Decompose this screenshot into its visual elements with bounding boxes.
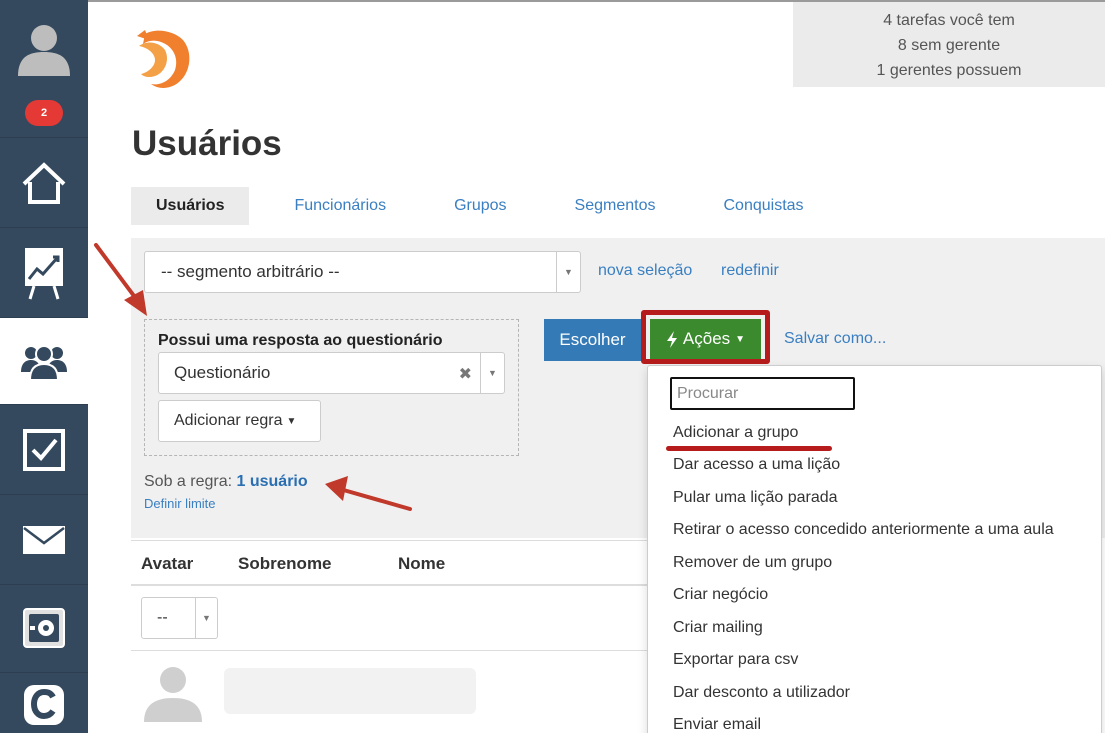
new-selection-link[interactable]: nova seleção bbox=[598, 262, 692, 280]
rule-match-users-link[interactable]: 1 usuário bbox=[237, 473, 308, 490]
chevron-down-icon: ▼ bbox=[195, 598, 217, 638]
sidebar-item-stats[interactable] bbox=[0, 227, 88, 317]
segment-select[interactable]: -- segmento arbitrário -- ▼ bbox=[144, 251, 581, 293]
menu-item-remove-group[interactable]: Remover de um grupo bbox=[673, 554, 832, 572]
reset-link[interactable]: redefinir bbox=[721, 262, 779, 280]
menu-item-give-discount[interactable]: Dar desconto a utilizador bbox=[673, 684, 850, 702]
company-logo bbox=[137, 30, 190, 88]
actions-dropdown-menu: Adicionar a grupo Dar acesso a uma lição… bbox=[647, 365, 1102, 733]
stats-tasks[interactable]: 4 tarefas você tem bbox=[793, 8, 1105, 33]
menu-item-grant-lesson[interactable]: Dar acesso a uma lição bbox=[673, 456, 840, 474]
choose-button[interactable]: Escolher bbox=[544, 319, 641, 361]
users-icon bbox=[21, 345, 67, 380]
user-avatar[interactable] bbox=[0, 0, 88, 92]
home-icon bbox=[22, 161, 66, 204]
column-name[interactable]: Nome bbox=[398, 554, 445, 574]
chevron-down-icon: ▼ bbox=[556, 252, 580, 292]
task-summary: 4 tarefas você tem 8 sem gerente 1 geren… bbox=[793, 2, 1105, 87]
lightning-icon bbox=[666, 330, 677, 348]
tab-bar: Usuários Funcionários Grupos Segmentos C… bbox=[131, 187, 847, 225]
row-filter-value: -- bbox=[157, 609, 168, 626]
caret-down-icon: ▼ bbox=[286, 415, 297, 427]
highlight-underline bbox=[666, 446, 832, 451]
chevron-down-icon: ▼ bbox=[480, 353, 504, 393]
menu-item-add-to-group[interactable]: Adicionar a grupo bbox=[673, 424, 798, 442]
tab-grupos[interactable]: Grupos bbox=[429, 187, 531, 225]
segment-select-value: -- segmento arbitrário -- bbox=[161, 262, 340, 281]
save-as-link[interactable]: Salvar como... bbox=[784, 330, 886, 348]
blurred-row-content bbox=[224, 668, 476, 714]
sidebar-item-tasks[interactable] bbox=[0, 404, 88, 494]
column-avatar[interactable]: Avatar bbox=[141, 554, 193, 574]
notification-badge[interactable]: 2 bbox=[25, 100, 63, 126]
safe-icon bbox=[23, 607, 65, 648]
menu-item-revoke-access[interactable]: Retirar o acesso concedido anteriormente… bbox=[673, 521, 1054, 539]
add-rule-button[interactable]: Adicionar regra ▼ bbox=[158, 400, 321, 442]
menu-item-export-csv[interactable]: Exportar para csv bbox=[673, 651, 798, 669]
menu-item-create-deal[interactable]: Criar negócio bbox=[673, 586, 768, 604]
sidebar-item-mail[interactable] bbox=[0, 494, 88, 584]
rule-title: Possui uma resposta ao questionário bbox=[158, 332, 443, 349]
rule-match-prefix: Sob a regra: bbox=[144, 473, 233, 490]
user-row-avatar bbox=[144, 667, 202, 722]
caret-down-icon: ▼ bbox=[735, 333, 746, 345]
c-logo-icon bbox=[24, 685, 64, 725]
add-rule-label: Adicionar regra bbox=[174, 412, 283, 429]
menu-item-skip-lesson[interactable]: Pular uma lição parada bbox=[673, 489, 838, 507]
sidebar: 2 bbox=[0, 0, 88, 733]
tab-conquistas[interactable]: Conquistas bbox=[698, 187, 828, 225]
checkbox-icon bbox=[23, 428, 65, 471]
stats-no-manager[interactable]: 8 sem gerente bbox=[793, 33, 1105, 58]
row-filter-select[interactable]: -- ▼ bbox=[141, 597, 218, 639]
stats-managers[interactable]: 1 gerentes possuem bbox=[793, 58, 1105, 83]
user-avatar-icon bbox=[18, 25, 70, 76]
questionnaire-value: Questionário bbox=[174, 363, 271, 382]
tab-segmentos[interactable]: Segmentos bbox=[550, 187, 681, 225]
column-surname[interactable]: Sobrenome bbox=[238, 554, 332, 574]
sidebar-item-c-app[interactable] bbox=[0, 672, 88, 733]
sidebar-item-users[interactable] bbox=[0, 317, 88, 404]
table-header: Avatar Sobrenome Nome bbox=[131, 540, 651, 586]
questionnaire-select[interactable]: Questionário ✖ ▼ bbox=[158, 352, 505, 394]
chart-board-icon bbox=[25, 247, 63, 299]
page-title: Usuários bbox=[132, 124, 282, 163]
mail-icon bbox=[23, 525, 65, 554]
actions-button[interactable]: Ações ▼ bbox=[650, 319, 761, 359]
menu-item-create-mailing[interactable]: Criar mailing bbox=[673, 619, 763, 637]
actions-label: Ações bbox=[682, 329, 731, 348]
clear-icon[interactable]: ✖ bbox=[459, 364, 472, 384]
tab-usuarios[interactable]: Usuários bbox=[131, 187, 250, 225]
row-divider bbox=[131, 650, 651, 651]
menu-item-send-email[interactable]: Enviar email bbox=[673, 716, 761, 733]
define-limit-link[interactable]: Definir limite bbox=[144, 496, 216, 511]
rule-match-count: Sob a regra: 1 usuário bbox=[144, 473, 308, 491]
dropdown-search-input[interactable] bbox=[670, 377, 855, 410]
tab-funcionarios[interactable]: Funcionários bbox=[269, 187, 411, 225]
sidebar-item-home[interactable] bbox=[0, 137, 88, 227]
sidebar-item-safe[interactable] bbox=[0, 584, 88, 672]
